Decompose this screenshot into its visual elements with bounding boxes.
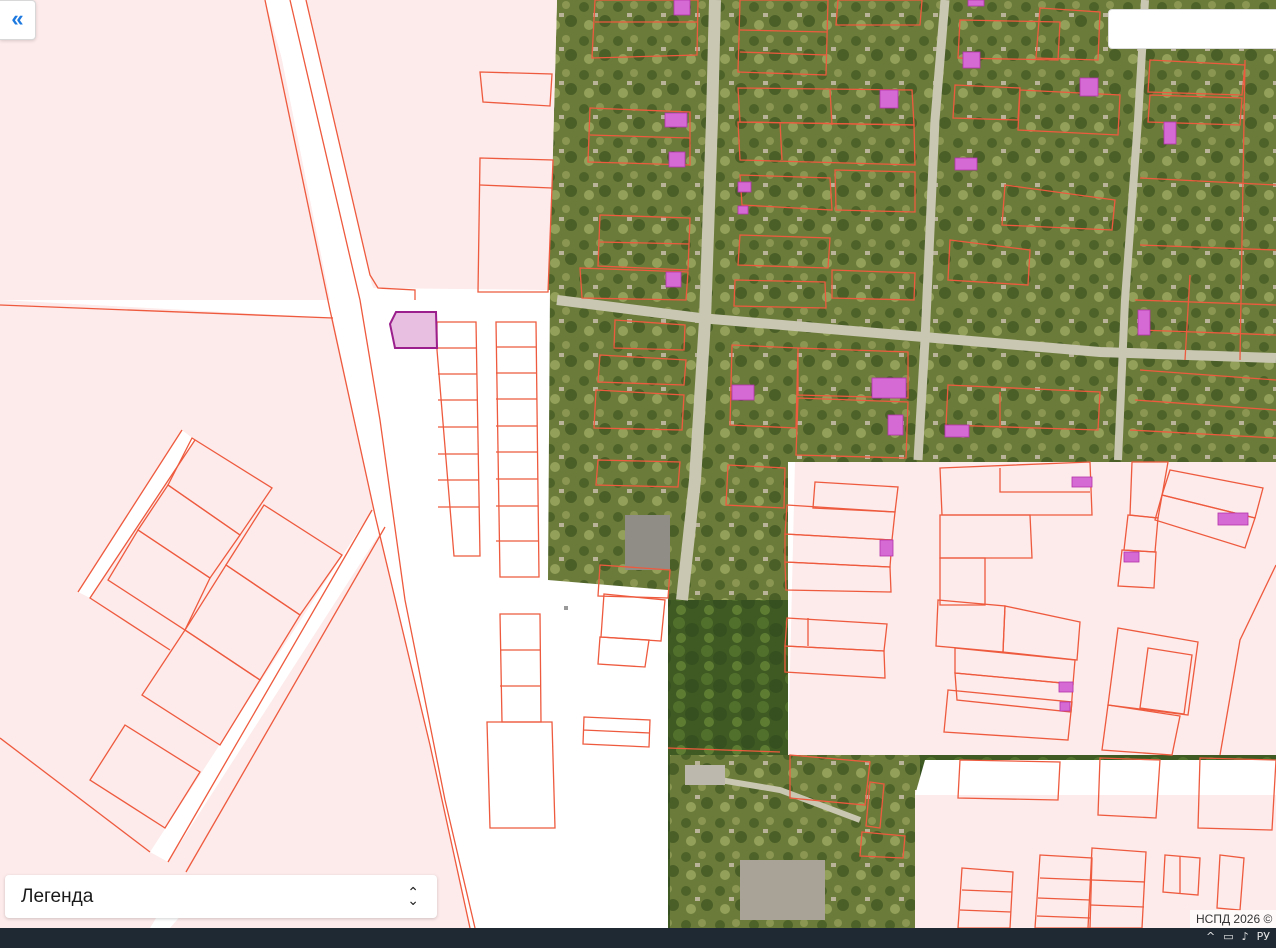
- collapse-panel-button[interactable]: «: [0, 0, 36, 40]
- legend-label: Легенда: [21, 885, 94, 907]
- speaker-icon[interactable]: ♪: [1242, 930, 1249, 943]
- language-indicator[interactable]: РУ: [1257, 930, 1270, 943]
- chevron-up-down-icon[interactable]: ⌃ ⌄: [407, 886, 419, 908]
- map-marker: [564, 606, 568, 610]
- cadastral-map[interactable]: [0, 0, 1276, 928]
- double-chevron-left-icon: «: [11, 5, 24, 31]
- system-tray: ^ ▭ ♪ РУ: [1206, 930, 1270, 943]
- chevron-up-icon[interactable]: ^: [1206, 930, 1215, 943]
- legend-panel[interactable]: Легенда ⌃ ⌄: [5, 875, 437, 918]
- network-icon[interactable]: ▭: [1223, 930, 1233, 943]
- selected-parcel: [388, 311, 439, 349]
- search-input[interactable]: [1108, 9, 1276, 49]
- map-canvas[interactable]: [0, 0, 1276, 928]
- map-attribution: НСПД 2026 ©: [1190, 910, 1276, 928]
- os-taskbar: ^ ▭ ♪ РУ: [0, 928, 1276, 948]
